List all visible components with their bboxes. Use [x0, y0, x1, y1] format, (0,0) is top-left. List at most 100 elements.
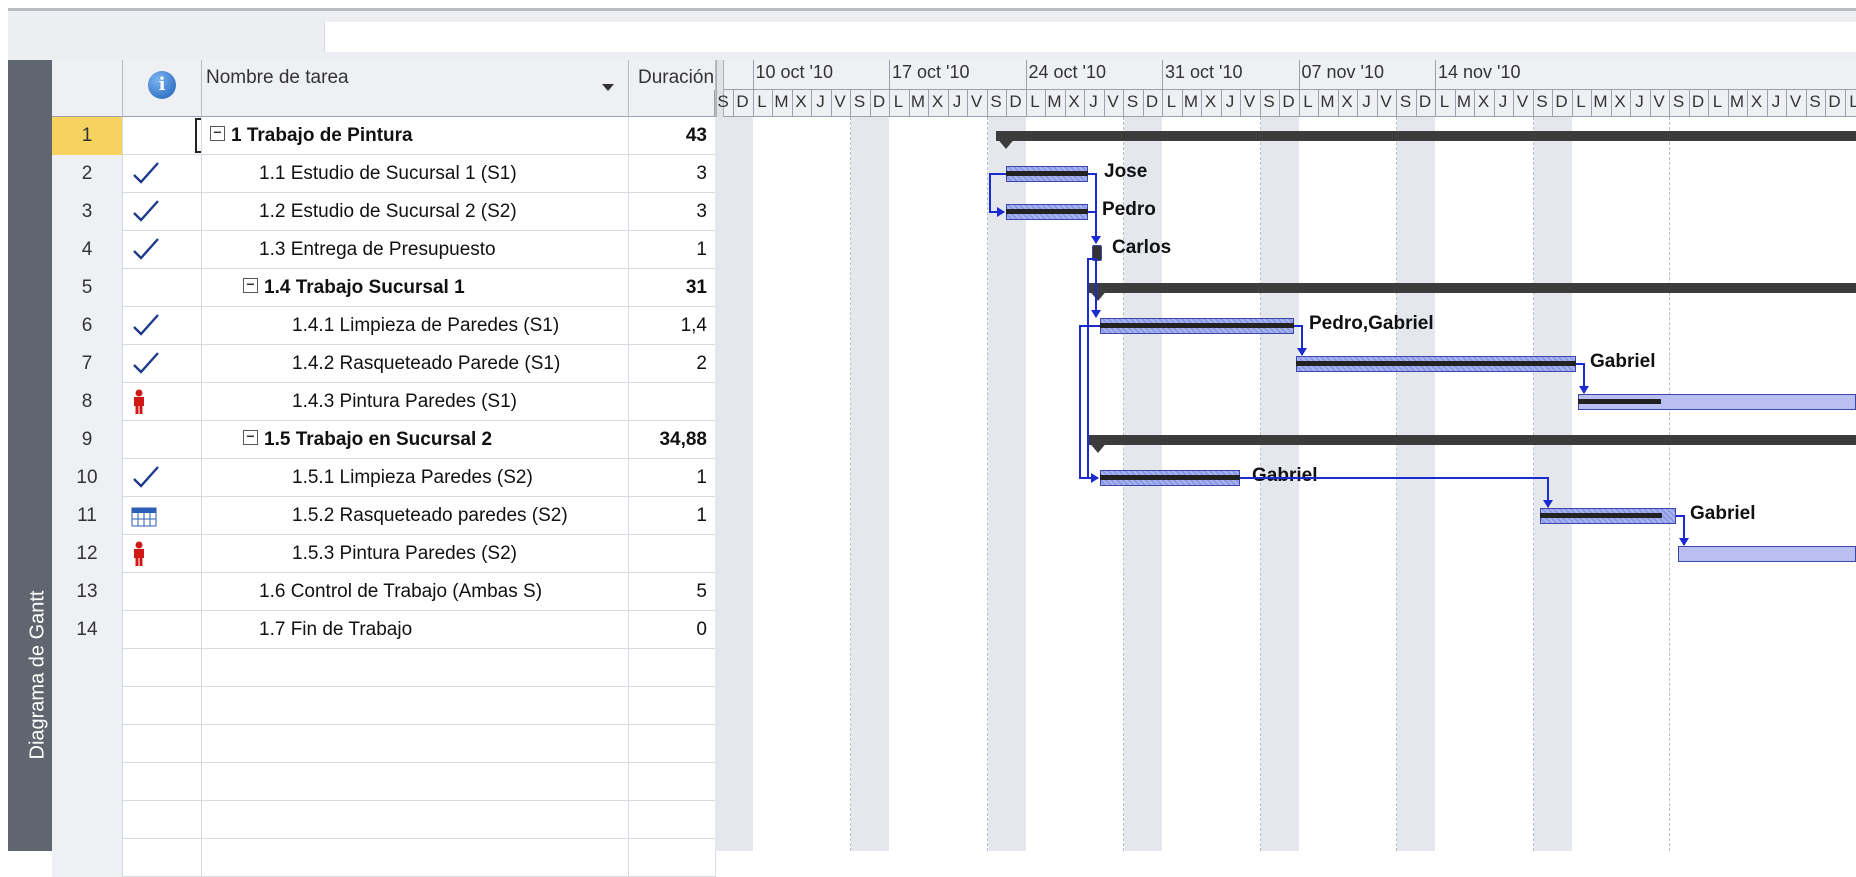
duration-cell[interactable]: [629, 687, 716, 725]
table-row[interactable]: 31.2 Estudio de Sucursal 2 (S2)3: [52, 193, 716, 231]
duration-cell[interactable]: 1,4: [629, 307, 716, 345]
table-row[interactable]: 12 1.5.3 Pintura Paredes (S2): [52, 535, 716, 573]
table-row[interactable]: 6 1.4.1 Limpieza de Paredes (S1)1,4: [52, 307, 716, 345]
indicator-cell[interactable]: [123, 497, 202, 535]
task-name-cell[interactable]: 1.1 Estudio de Sucursal 1 (S1): [202, 155, 629, 193]
table-row[interactable]: 10 1.5.1 Limpieza Paredes (S2)1: [52, 459, 716, 497]
task-name-cell[interactable]: [202, 801, 629, 839]
table-row[interactable]: 71.4.2 Rasqueteado Parede (S1)2: [52, 345, 716, 383]
indicator-cell[interactable]: [123, 117, 202, 155]
row-number[interactable]: [52, 687, 123, 725]
collapse-toggle-icon[interactable]: −: [243, 278, 258, 293]
row-number[interactable]: [52, 801, 123, 839]
indicator-cell[interactable]: [123, 649, 202, 687]
duration-cell[interactable]: 1: [629, 459, 716, 497]
duration-cell[interactable]: 31: [629, 269, 716, 307]
empty-row[interactable]: [52, 725, 716, 763]
task-name-cell[interactable]: [202, 649, 629, 687]
indicator-cell[interactable]: [123, 573, 202, 611]
row-number[interactable]: 14: [52, 611, 123, 649]
task-name-cell[interactable]: [202, 687, 629, 725]
row-number[interactable]: 8: [52, 383, 123, 421]
collapse-toggle-icon[interactable]: −: [210, 126, 225, 141]
task-name-cell[interactable]: 1.2 Estudio de Sucursal 2 (S2): [202, 193, 629, 231]
table-row[interactable]: 8 1.4.3 Pintura Paredes (S1): [52, 383, 716, 421]
indicator-cell[interactable]: [123, 231, 202, 269]
row-number[interactable]: 12: [52, 535, 123, 573]
task-name-cell[interactable]: [202, 763, 629, 801]
row-number[interactable]: [52, 649, 123, 687]
table-row[interactable]: 131.6 Control de Trabajo (Ambas S)5: [52, 573, 716, 611]
row-number[interactable]: 10: [52, 459, 123, 497]
duration-cell[interactable]: [629, 763, 716, 801]
row-number[interactable]: [52, 839, 123, 877]
duration-cell[interactable]: [629, 383, 716, 421]
task-name-cell[interactable]: −1 Trabajo de Pintura: [202, 117, 629, 155]
indicator-cell[interactable]: [123, 459, 202, 497]
table-row[interactable]: 1 −1 Trabajo de Pintura43: [52, 117, 716, 155]
duration-cell[interactable]: 34,88: [629, 421, 716, 459]
row-number[interactable]: 6: [52, 307, 123, 345]
task-name-cell[interactable]: [202, 725, 629, 763]
row-number[interactable]: 5: [52, 269, 123, 307]
duration-cell[interactable]: 2: [629, 345, 716, 383]
indicator-cell[interactable]: [123, 801, 202, 839]
empty-row[interactable]: [52, 801, 716, 839]
indicator-cell[interactable]: [123, 535, 202, 573]
duration-cell[interactable]: 0: [629, 611, 716, 649]
duration-cell[interactable]: [629, 801, 716, 839]
duration-cell[interactable]: 3: [629, 193, 716, 231]
task-name-cell[interactable]: −1.5 Trabajo en Sucursal 2: [202, 421, 629, 459]
row-number[interactable]: 13: [52, 573, 123, 611]
empty-row[interactable]: [52, 839, 716, 877]
empty-row[interactable]: [52, 763, 716, 801]
view-bar[interactable]: Diagrama de Gantt: [8, 60, 52, 851]
indicator-cell[interactable]: [123, 307, 202, 345]
duration-cell[interactable]: [629, 535, 716, 573]
indicator-cell[interactable]: [123, 763, 202, 801]
task-name-cell[interactable]: 1.4.1 Limpieza de Paredes (S1): [202, 307, 629, 345]
duration-cell[interactable]: 1: [629, 497, 716, 535]
table-row[interactable]: 9 −1.5 Trabajo en Sucursal 234,88: [52, 421, 716, 459]
empty-row[interactable]: [52, 649, 716, 687]
task-name-cell[interactable]: 1.5.3 Pintura Paredes (S2): [202, 535, 629, 573]
table-row[interactable]: 2 1.1 Estudio de Sucursal 1 (S1)3: [52, 155, 716, 193]
task-name-cell[interactable]: 1.5.2 Rasqueteado paredes (S2): [202, 497, 629, 535]
indicator-cell[interactable]: [123, 155, 202, 193]
row-number[interactable]: 7: [52, 345, 123, 383]
duration-cell[interactable]: [629, 649, 716, 687]
task-name-header[interactable]: Nombre de tarea: [202, 60, 629, 117]
task-name-cell[interactable]: 1.4.3 Pintura Paredes (S1): [202, 383, 629, 421]
task-name-cell[interactable]: 1.6 Control de Trabajo (Ambas S): [202, 573, 629, 611]
row-number[interactable]: 4: [52, 231, 123, 269]
indicator-cell[interactable]: [123, 193, 202, 231]
table-row[interactable]: 14 1.7 Fin de Trabajo0: [52, 611, 716, 649]
duration-cell[interactable]: 43: [629, 117, 716, 155]
task-name-cell[interactable]: 1.5.1 Limpieza Paredes (S2): [202, 459, 629, 497]
indicator-cell[interactable]: [123, 687, 202, 725]
duration-cell[interactable]: 3: [629, 155, 716, 193]
duration-cell[interactable]: [629, 725, 716, 763]
duration-header[interactable]: Duración: [629, 60, 716, 117]
indicator-cell[interactable]: [123, 611, 202, 649]
gantt-chart[interactable]: 10 oct '1017 oct '1024 oct '1031 oct '10…: [724, 60, 1856, 851]
row-number[interactable]: [52, 763, 123, 801]
row-number-header[interactable]: [52, 60, 123, 117]
indicator-cell[interactable]: [123, 269, 202, 307]
table-row[interactable]: 41.3 Entrega de Presupuesto1: [52, 231, 716, 269]
collapse-toggle-icon[interactable]: −: [243, 430, 258, 445]
indicator-cell[interactable]: [123, 345, 202, 383]
row-number[interactable]: 9: [52, 421, 123, 459]
duration-cell[interactable]: [629, 839, 716, 877]
dropdown-arrow-icon[interactable]: [602, 84, 614, 91]
table-row[interactable]: 111.5.2 Rasqueteado paredes (S2)1: [52, 497, 716, 535]
row-number[interactable]: 1: [52, 117, 123, 155]
task-name-cell[interactable]: 1.7 Fin de Trabajo: [202, 611, 629, 649]
entry-bar[interactable]: [324, 22, 1856, 52]
row-number[interactable]: 2: [52, 155, 123, 193]
table-row[interactable]: 5−1.4 Trabajo Sucursal 131: [52, 269, 716, 307]
indicator-cell[interactable]: [123, 421, 202, 459]
empty-row[interactable]: [52, 687, 716, 725]
row-number[interactable]: 3: [52, 193, 123, 231]
row-number[interactable]: [52, 725, 123, 763]
